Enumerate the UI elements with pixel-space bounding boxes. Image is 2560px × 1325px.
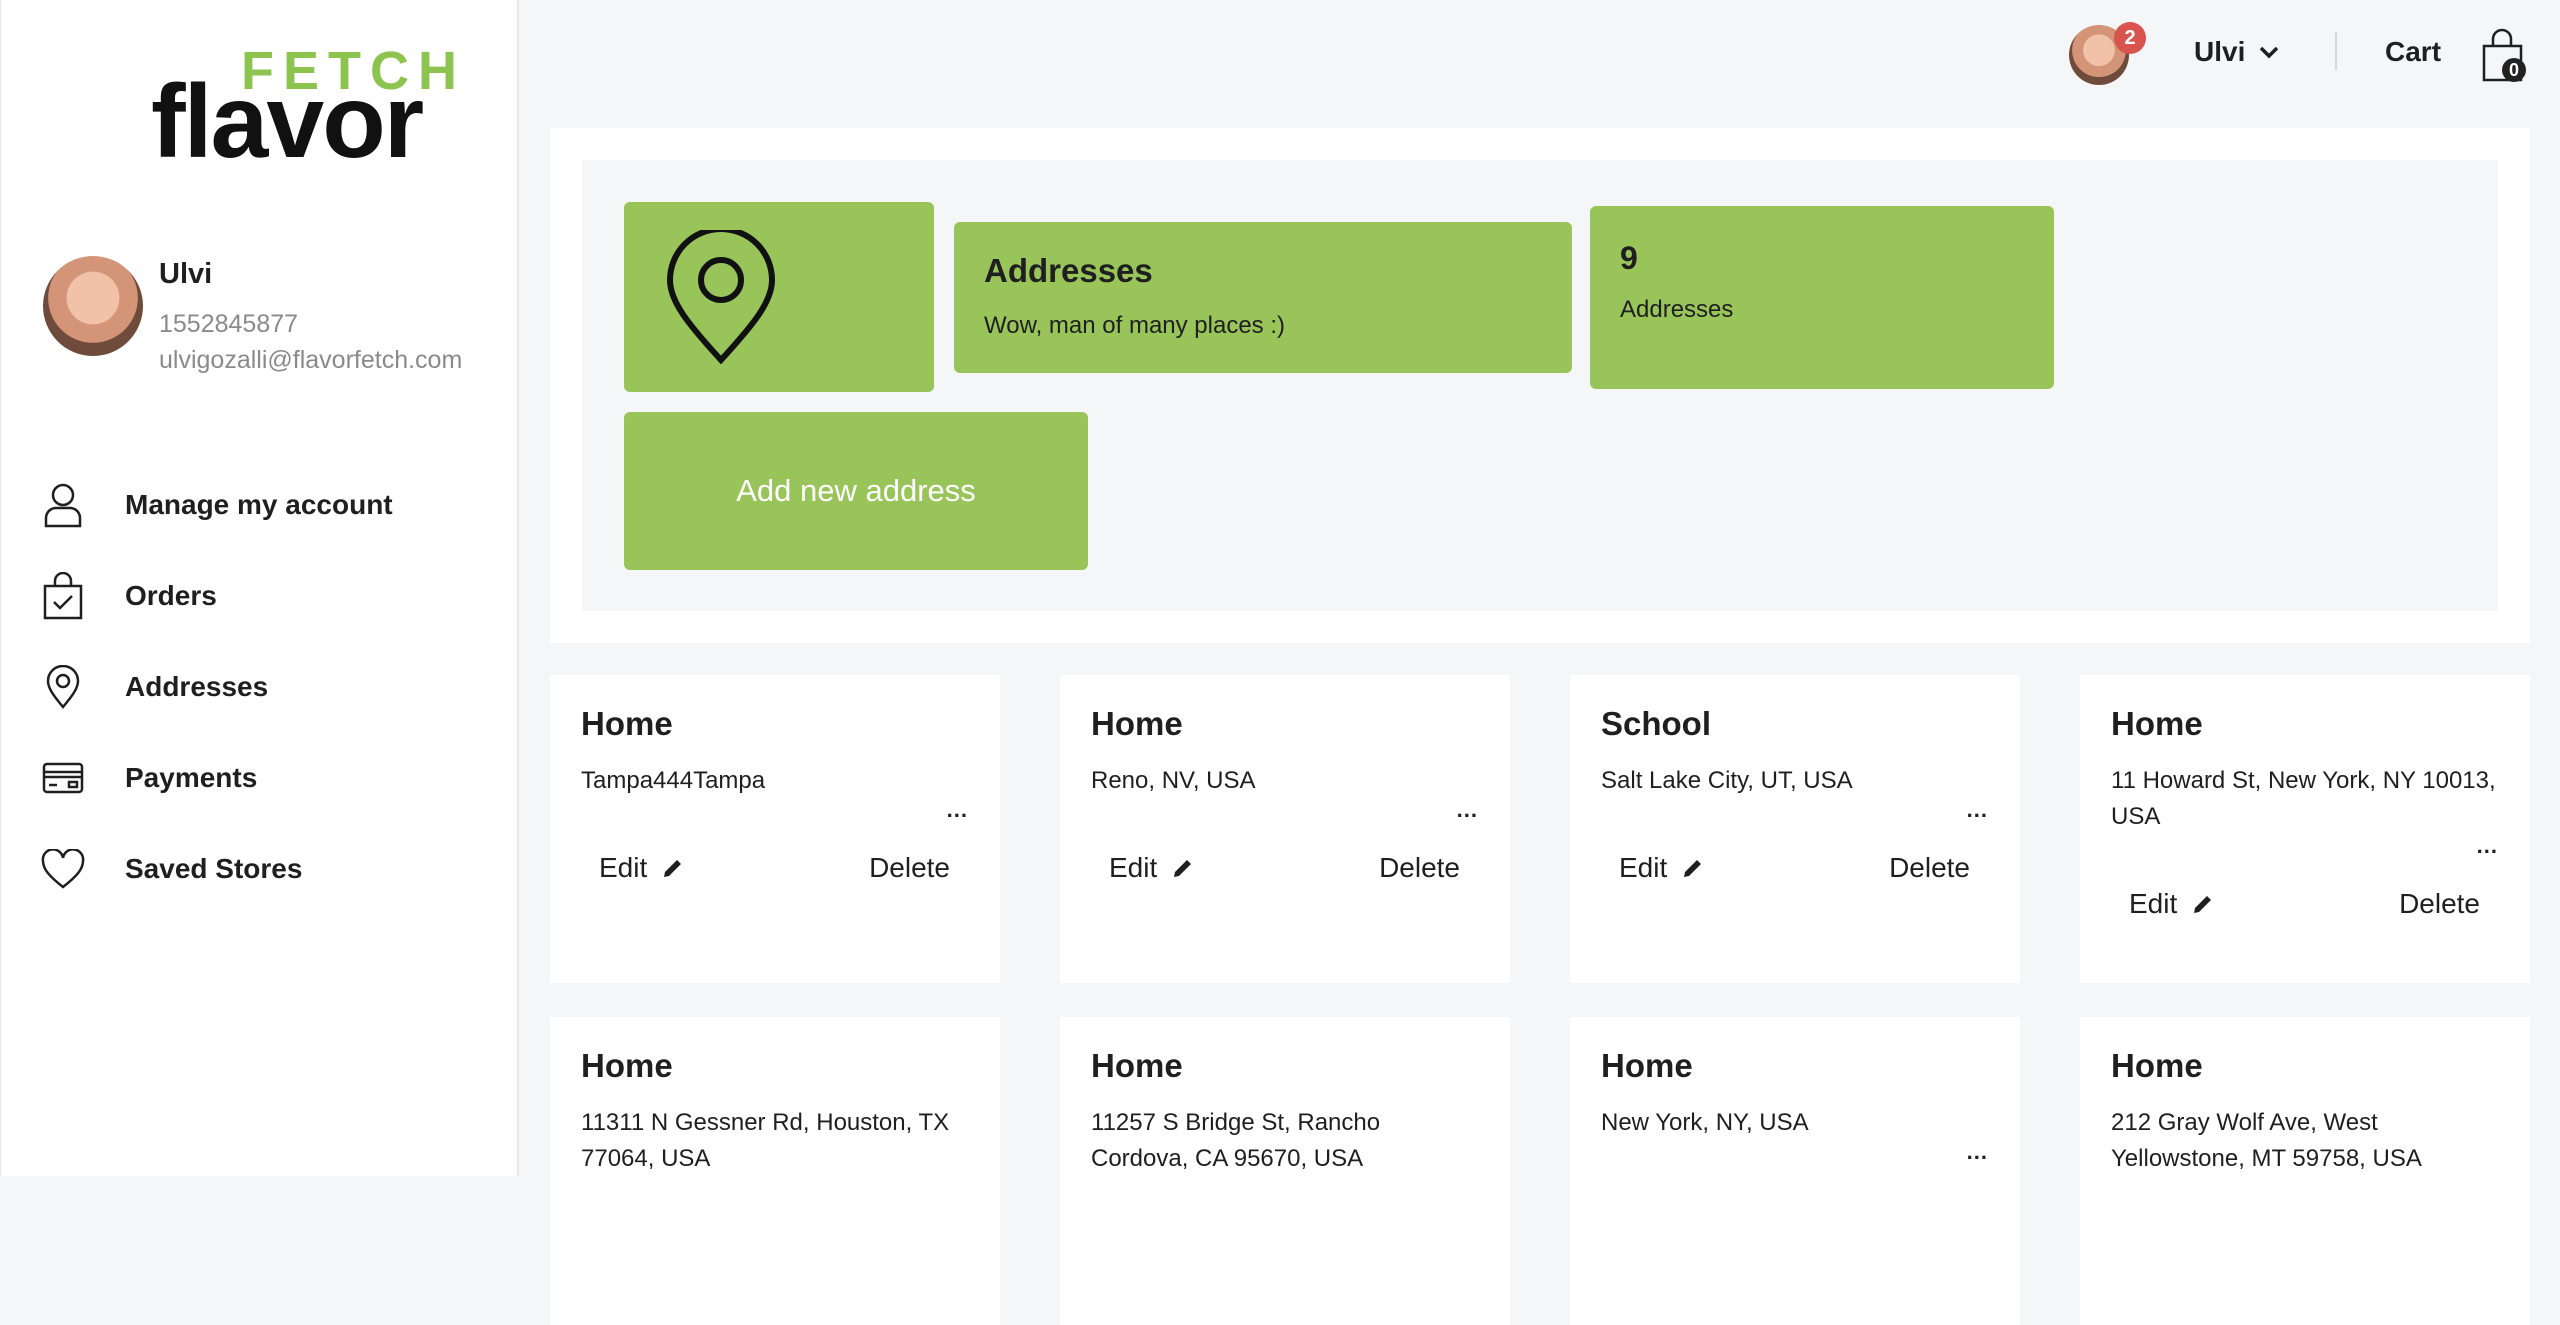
add-new-address-button[interactable]: Add new address [624, 412, 1088, 570]
sidebar-item-addresses[interactable]: Addresses [41, 657, 481, 717]
sidebar-item-label: Payments [125, 762, 258, 793]
addresses-summary-panel: Addresses Wow, man of many places :) 9 A… [550, 128, 2530, 643]
top-header: 2 Ulvi Cart 0 [519, 0, 2560, 108]
pencil-icon [1174, 860, 1192, 877]
shopping-bag-icon [41, 572, 85, 620]
delete-address-button[interactable]: Delete [1379, 852, 1460, 884]
pencil-icon [2194, 896, 2212, 913]
address-label: Home [581, 705, 673, 742]
cart-link[interactable]: Cart [2385, 36, 2441, 68]
address-card: Home 11311 N Gessner Rd, Houston, TX 770… [550, 1017, 1000, 1325]
address-label: Home [1091, 705, 1183, 742]
address-label: School [1601, 705, 1712, 742]
notification-badge: 2 [2114, 22, 2146, 54]
edit-label: Edit [2129, 888, 2178, 919]
user-menu-name[interactable]: Ulvi [2194, 36, 2245, 68]
address-card: Home 212 Gray Wolf Ave, West Yellowstone… [2080, 1017, 2530, 1325]
address-card: Home New York, NY, USA ... [1570, 1017, 2020, 1325]
address-text: Tampa444Tampa [581, 767, 766, 794]
address-card: Home Reno, NV, USA ... Edit Delete [1060, 675, 1510, 983]
addresses-title-tile: Addresses Wow, man of many places :) [954, 222, 1572, 373]
address-text: New York, NY, USA [1601, 1109, 1809, 1136]
sidebar-item-label: Orders [125, 580, 217, 611]
profile-email: ulvigozalli@flavorfetch.com [159, 346, 463, 374]
addresses-count-tile: 9 Addresses [1590, 206, 2054, 389]
address-card: Home 11 Howard St, New York, NY 10013, U… [2080, 675, 2530, 983]
sidebar-item-label: Manage my account [125, 489, 393, 520]
user-icon [41, 483, 85, 528]
more-options-icon[interactable]: ... [1457, 797, 1478, 823]
cart-count-badge: 0 [2502, 58, 2526, 82]
sidebar: FETCH flavor Ulvi 1552845877 ulvigozalli… [0, 0, 519, 1176]
profile-avatar [43, 256, 143, 356]
edit-address-button[interactable]: Edit [1619, 852, 1705, 884]
more-options-icon[interactable]: ... [2477, 833, 2498, 859]
profile-phone: 1552845877 [159, 310, 299, 338]
heart-icon [41, 847, 85, 891]
pencil-icon [1684, 860, 1702, 877]
sidebar-item-label: Saved Stores [125, 853, 303, 884]
address-card: School Salt Lake City, UT, USA ... Edit … [1570, 675, 2020, 983]
address-label: Home [581, 1047, 673, 1084]
more-options-icon[interactable]: ... [947, 797, 968, 823]
more-options-icon[interactable]: ... [1967, 1139, 1988, 1165]
summary-title: Addresses [984, 252, 1153, 289]
delete-address-button[interactable]: Delete [2399, 888, 2480, 920]
address-label: Home [1601, 1047, 1693, 1084]
address-card: Home Tampa444Tampa ... Edit Delete [550, 675, 1000, 983]
location-pin-icon [41, 665, 85, 709]
addresses-count-label: Addresses [1620, 296, 1734, 323]
edit-label: Edit [1109, 852, 1158, 883]
edit-label: Edit [1619, 852, 1668, 883]
address-text: 212 Gray Wolf Ave, West Yellowstone, MT … [2111, 1109, 2422, 1172]
sidebar-item-manage-account[interactable]: Manage my account [41, 475, 481, 535]
profile-name: Ulvi [159, 258, 213, 290]
summary-subtitle: Wow, man of many places :) [984, 312, 1286, 339]
header-divider [2335, 32, 2337, 70]
address-label: Home [2111, 705, 2203, 742]
more-options-icon[interactable]: ... [1967, 797, 1988, 823]
flavorfetch-logo[interactable]: FETCH flavor [151, 40, 461, 174]
addresses-icon-tile [624, 202, 934, 392]
edit-label: Edit [599, 852, 648, 883]
sidebar-item-payments[interactable]: Payments [41, 748, 481, 808]
sidebar-item-label: Addresses [125, 671, 269, 702]
addresses-count: 9 [1620, 240, 1638, 276]
address-text: 11311 N Gessner Rd, Houston, TX 77064, U… [581, 1109, 950, 1172]
delete-address-button[interactable]: Delete [1889, 852, 1970, 884]
address-label: Home [1091, 1047, 1183, 1084]
address-text: 11 Howard St, New York, NY 10013, USA [2111, 767, 2496, 830]
address-text: Salt Lake City, UT, USA [1601, 767, 1853, 794]
logo-text-bottom: flavor [151, 64, 424, 180]
edit-address-button[interactable]: Edit [2129, 888, 2215, 920]
sidebar-item-orders[interactable]: Orders [41, 566, 481, 626]
sidebar-item-saved-stores[interactable]: Saved Stores [41, 839, 481, 899]
edit-address-button[interactable]: Edit [1109, 852, 1195, 884]
address-text: 11257 S Bridge St, Rancho Cordova, CA 95… [1091, 1109, 1381, 1172]
edit-address-button[interactable]: Edit [599, 852, 685, 884]
pencil-icon [664, 860, 682, 877]
address-label: Home [2111, 1047, 2203, 1084]
credit-card-icon [41, 756, 85, 800]
summary-inner: Addresses Wow, man of many places :) 9 A… [582, 160, 2498, 611]
address-text: Reno, NV, USA [1091, 767, 1256, 794]
location-pin-icon [666, 230, 776, 364]
chevron-down-icon[interactable] [2257, 40, 2281, 64]
delete-address-button[interactable]: Delete [869, 852, 950, 884]
address-card: Home 11257 S Bridge St, Rancho Cordova, … [1060, 1017, 1510, 1325]
